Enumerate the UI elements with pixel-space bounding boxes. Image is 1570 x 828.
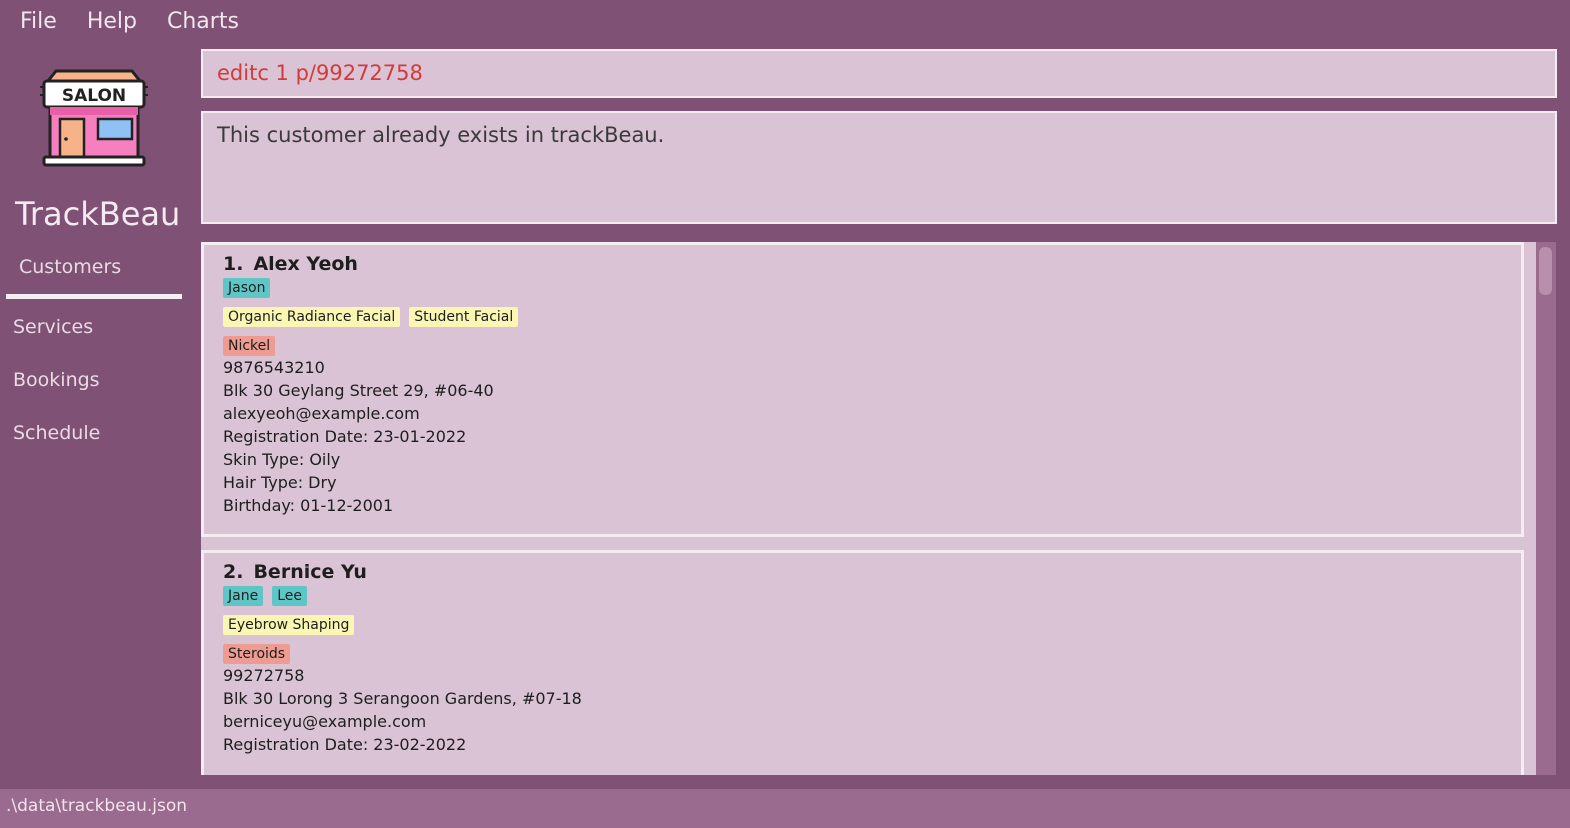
service-tags: Organic Radiance Facial Student Facial	[223, 307, 1502, 327]
menu-charts[interactable]: Charts	[167, 9, 239, 34]
customer-name: Bernice Yu	[253, 561, 367, 583]
customer-index: 1.	[223, 253, 244, 275]
staff-tags: Jane Lee	[223, 586, 1502, 606]
customer-title: 1. Alex Yeoh	[223, 253, 1502, 275]
customer-email: alexyeoh@example.com	[223, 404, 420, 423]
allergy-tags: Nickel	[223, 336, 1502, 356]
command-input[interactable]: editc 1 p/99272758	[201, 49, 1557, 98]
salon-logo-icon: SALON	[40, 65, 148, 169]
sidebar-item-bookings[interactable]: Bookings	[13, 369, 100, 391]
menu-bar: File Help Charts	[0, 0, 1570, 43]
customer-skin-type: Skin Type: Oily	[223, 450, 341, 469]
service-tag: Organic Radiance Facial	[223, 307, 401, 327]
scrollbar-thumb[interactable]	[1539, 247, 1552, 295]
customer-title: 2. Bernice Yu	[223, 561, 1502, 583]
sidebar-item-schedule[interactable]: Schedule	[13, 422, 100, 444]
allergy-tag: Nickel	[223, 336, 276, 356]
allergy-tag: Steroids	[223, 644, 291, 664]
customer-address: Blk 30 Geylang Street 29, #06-40	[223, 381, 494, 400]
app-name: TrackBeau	[15, 195, 181, 233]
main-panel: editc 1 p/99272758 This customer already…	[188, 43, 1570, 789]
customer-card[interactable]: 2. Bernice Yu Jane Lee Eyebrow Shaping S…	[201, 550, 1524, 775]
sidebar: SALON TrackBeau Customers Services Booki…	[0, 43, 188, 789]
service-tag: Student Facial	[409, 307, 519, 327]
staff-tags: Jason	[223, 278, 1502, 298]
list-scrollbar[interactable]	[1536, 242, 1556, 775]
result-display: This customer already exists in trackBea…	[201, 111, 1557, 224]
customer-address: Blk 30 Lorong 3 Serangoon Gardens, #07-1…	[223, 689, 582, 708]
staff-tag: Jane	[223, 586, 264, 606]
menu-help[interactable]: Help	[87, 9, 137, 34]
customer-phone: 99272758	[223, 666, 305, 685]
customer-registration-date: Registration Date: 23-01-2022	[223, 427, 467, 446]
logo-text: SALON	[62, 86, 126, 106]
result-text: This customer already exists in trackBea…	[217, 123, 665, 147]
menu-file[interactable]: File	[20, 9, 57, 34]
sidebar-item-services[interactable]: Services	[13, 316, 93, 338]
data-file-path: .\data\trackbeau.json	[6, 796, 188, 816]
customer-name: Alex Yeoh	[253, 253, 358, 275]
active-tab-indicator	[6, 294, 182, 299]
customer-email: berniceyu@example.com	[223, 712, 427, 731]
customer-list[interactable]: 1. Alex Yeoh Jason Organic Radiance Faci…	[201, 242, 1555, 775]
sidebar-item-customers[interactable]: Customers	[19, 256, 121, 278]
staff-tag: Jason	[223, 278, 271, 298]
status-bar: .\data\trackbeau.json	[0, 789, 1570, 828]
customer-birthday: Birthday: 01-12-2001	[223, 496, 394, 515]
customer-card[interactable]: 1. Alex Yeoh Jason Organic Radiance Faci…	[201, 242, 1524, 537]
service-tag: Eyebrow Shaping	[223, 615, 355, 635]
customer-index: 2.	[223, 561, 244, 583]
staff-tag: Lee	[272, 586, 307, 606]
customer-hair-type: Hair Type: Dry	[223, 473, 337, 492]
command-text: editc 1 p/99272758	[217, 61, 423, 85]
allergy-tags: Steroids	[223, 644, 1502, 664]
customer-phone: 9876543210	[223, 358, 325, 377]
service-tags: Eyebrow Shaping	[223, 615, 1502, 635]
customer-registration-date: Registration Date: 23-02-2022	[223, 735, 467, 754]
